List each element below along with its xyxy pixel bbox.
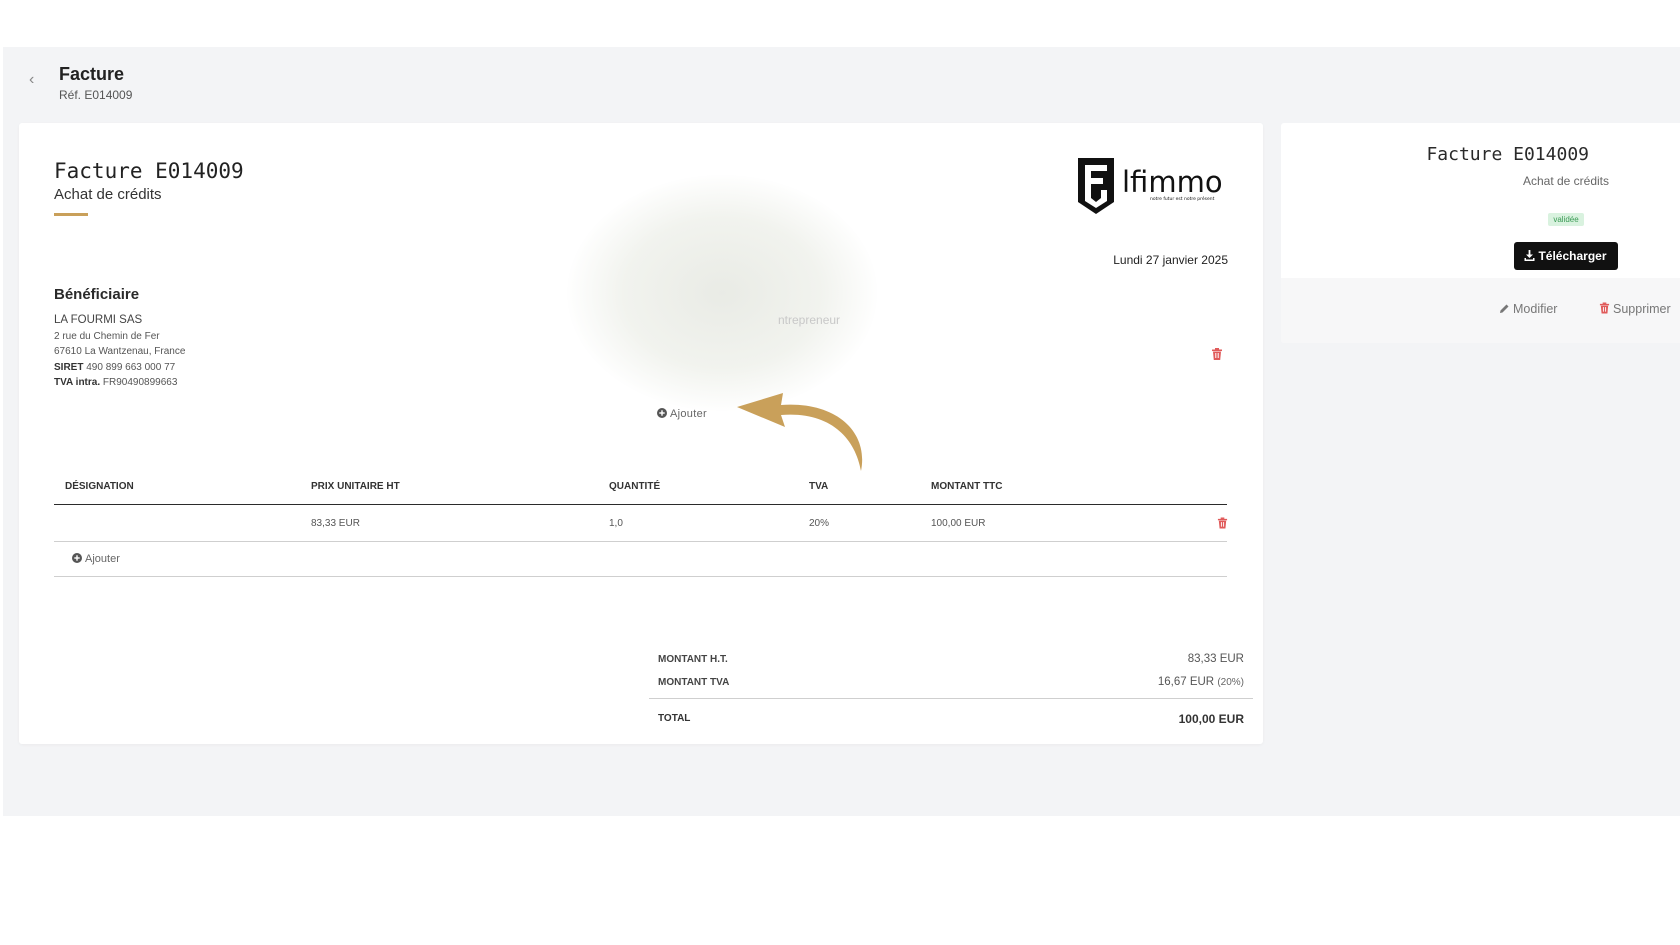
summary-panel: Facture E014009 Achat de crédits validée… — [1281, 123, 1680, 343]
total-ht-line: MONTANT H.T. 83,33 EUR — [649, 648, 1253, 671]
beneficiary-block: LA FOURMI SAS 2 rue du Chemin de Fer 676… — [54, 313, 185, 391]
column-header-unit-price: PRIX UNITAIRE HT — [311, 481, 400, 492]
logo-tagline: notre futur est notre présent — [1150, 195, 1215, 202]
download-button-wrap: Télécharger — [1418, 242, 1680, 270]
add-line-row: Ajouter — [54, 542, 1227, 577]
pencil-icon — [1500, 304, 1509, 313]
download-label: Télécharger — [1538, 249, 1607, 263]
column-header-quantity: QUANTITÉ — [609, 481, 661, 492]
page-title: Facture — [59, 64, 125, 84]
totals-divider — [649, 698, 1253, 699]
company-logo: lfimmo notre futur est notre présent — [1078, 158, 1223, 214]
total-tva-value: 16,67 EUR — [1157, 676, 1215, 688]
tva-label: TVA intra. — [54, 377, 101, 388]
invoice-title: Facture E014009 — [54, 159, 244, 183]
grand-total-value: 100,00 EUR — [1178, 712, 1244, 726]
grand-total-label: TOTAL — [658, 713, 691, 724]
invoice-card: Facture E014009 Achat de crédits lfimmo … — [19, 123, 1263, 744]
total-ht-value: 83,33 EUR — [1187, 653, 1244, 665]
tva-value: FR90490899663 — [102, 377, 178, 388]
total-ht-label: MONTANT H.T. — [658, 654, 728, 665]
plus-circle-icon — [72, 553, 82, 563]
edit-label: Modifier — [1513, 302, 1558, 316]
add-issuer-label: Ajouter — [670, 408, 707, 420]
beneficiary-tva-line: TVA intra. FR90490899663 — [54, 375, 185, 391]
invoice-subtitle: Achat de crédits — [54, 186, 162, 203]
status-badge-wrap: validée — [1418, 209, 1680, 227]
delete-label: Supprimer — [1613, 302, 1671, 316]
invoice-lines-table: DÉSIGNATION PRIX UNITAIRE HT QUANTITÉ TV… — [54, 468, 1228, 577]
summary-subtitle: Achat de crédits — [1522, 174, 1610, 188]
blurred-issuer-fragment: ntrepreneur — [778, 313, 841, 327]
total-tva-label: MONTANT TVA — [658, 677, 730, 688]
add-line-label: Ajouter — [85, 553, 120, 565]
plus-circle-icon — [657, 408, 667, 418]
add-line-button[interactable]: Ajouter — [72, 553, 120, 565]
blurred-issuer-area — [567, 175, 877, 411]
table-row[interactable]: 83,33 EUR 1,0 20% 100,00 EUR — [54, 505, 1228, 542]
add-issuer-button[interactable]: Ajouter — [657, 408, 707, 420]
grand-total-line: TOTAL 100,00 EUR — [649, 707, 1253, 730]
trash-icon[interactable] — [1211, 348, 1223, 360]
download-button[interactable]: Télécharger — [1514, 242, 1618, 270]
cell-unit-price: 83,33 EUR — [311, 518, 360, 529]
curved-arrow-icon — [737, 393, 863, 471]
column-header-designation: DÉSIGNATION — [65, 481, 134, 492]
summary-title: Facture E014009 — [1426, 144, 1589, 165]
trash-icon — [1599, 302, 1610, 314]
app-background: ‹ Facture Réf. E014009 Facture E014009 A… — [3, 47, 1680, 816]
beneficiary-heading: Bénéficiaire — [54, 286, 140, 303]
total-tva-amount: 16,67 EUR (20%) — [1158, 676, 1244, 688]
beneficiary-address-line1: 2 rue du Chemin de Fer — [54, 330, 160, 342]
accent-divider — [54, 213, 88, 216]
beneficiary-address-line2: 67610 La Wantzenau, France — [54, 346, 186, 357]
cell-amount: 100,00 EUR — [931, 518, 986, 529]
column-header-amount: MONTANT TTC — [931, 481, 1003, 492]
total-tva-rate: (20%) — [1217, 677, 1244, 688]
page-reference: Réf. E014009 — [59, 88, 133, 102]
siret-label: SIRET — [54, 361, 84, 373]
totals-block: MONTANT H.T. 83,33 EUR MONTANT TVA 16,67… — [649, 648, 1253, 730]
siret-value: 490 899 663 000 77 — [86, 361, 176, 373]
beneficiary-siret-line: SIRET 490 899 663 000 77 — [54, 360, 185, 376]
status-badge: validée — [1548, 213, 1584, 226]
cell-quantity: 1,0 — [609, 518, 623, 529]
page-header: ‹ Facture Réf. E014009 — [3, 47, 1680, 109]
table-header: DÉSIGNATION PRIX UNITAIRE HT QUANTITÉ TV… — [54, 468, 1227, 505]
summary-actions: Modifier Supprimer — [1281, 278, 1680, 343]
download-icon — [1524, 250, 1535, 261]
row-trash-icon[interactable] — [1217, 517, 1228, 529]
cell-tva: 20% — [809, 518, 830, 529]
back-chevron-icon[interactable]: ‹ — [29, 71, 34, 89]
total-tva-line: MONTANT TVA 16,67 EUR (20%) — [649, 671, 1253, 694]
invoice-date: Lundi 27 janvier 2025 — [1113, 253, 1228, 267]
edit-button[interactable]: Modifier — [1499, 302, 1557, 316]
beneficiary-name: LA FOURMI SAS — [54, 314, 143, 326]
column-header-tva: TVA — [809, 481, 829, 492]
delete-button[interactable]: Supprimer — [1599, 302, 1671, 316]
logo-wordmark: lfimmo — [1122, 165, 1223, 199]
